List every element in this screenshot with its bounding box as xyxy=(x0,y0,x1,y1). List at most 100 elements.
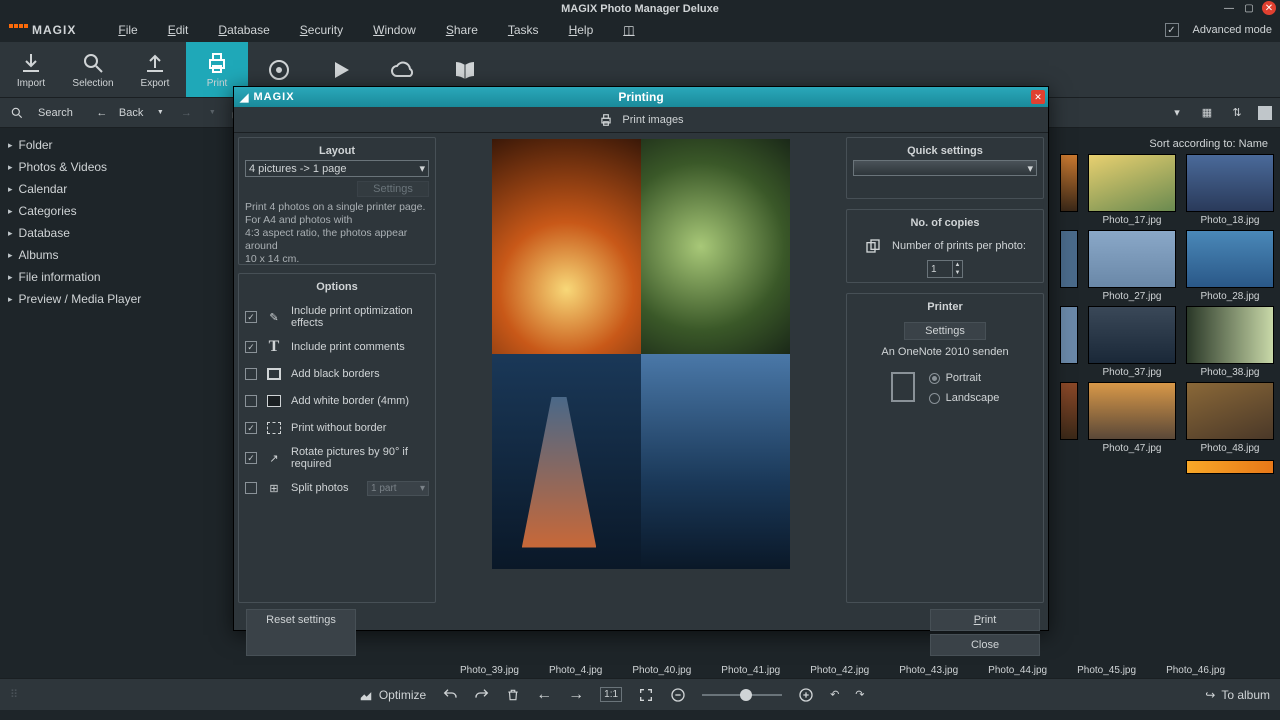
search-label[interactable]: Search xyxy=(38,107,73,119)
minimize-button[interactable]: — xyxy=(1222,1,1236,15)
menu-extra-icon[interactable]: ◫ xyxy=(623,23,634,37)
copies-icon xyxy=(864,238,882,254)
menu-help[interactable]: Help xyxy=(569,23,594,37)
next-button[interactable]: → xyxy=(568,686,584,704)
sidebar-categories[interactable]: Categories xyxy=(0,200,228,222)
menu-database[interactable]: Database xyxy=(218,23,269,37)
orientation-icon xyxy=(891,372,915,402)
back-dropdown-icon[interactable]: ▼ xyxy=(151,104,169,122)
split-parts-dropdown[interactable]: 1 part xyxy=(367,481,429,496)
thumbnail[interactable] xyxy=(1186,154,1274,212)
advanced-mode-check[interactable] xyxy=(1165,23,1179,37)
sidebar-calendar[interactable]: Calendar xyxy=(0,178,228,200)
print-icon xyxy=(204,50,230,76)
thumbnail[interactable] xyxy=(1186,230,1274,288)
opt-black-border-check[interactable] xyxy=(245,368,257,380)
black-border-icon xyxy=(265,365,283,383)
opt-split-check[interactable] xyxy=(245,482,257,494)
copies-title: No. of copies xyxy=(910,214,979,232)
zoom-in-button[interactable] xyxy=(798,687,814,703)
layout-dropdown[interactable]: 4 pictures -> 1 page xyxy=(245,160,429,177)
undo-button[interactable] xyxy=(442,687,458,703)
zoom-out-button[interactable] xyxy=(670,687,686,703)
disc-icon xyxy=(266,57,292,83)
rotate-left-button[interactable]: ↶ xyxy=(830,688,839,701)
fullscreen-button[interactable] xyxy=(638,687,654,703)
sidebar-file-info[interactable]: File information xyxy=(0,266,228,288)
sidebar-preview[interactable]: Preview / Media Player xyxy=(0,288,228,310)
printing-dialog: ◢MAGIX Printing ✕ Print images Layout 4 … xyxy=(233,86,1049,631)
copies-input[interactable] xyxy=(928,261,952,277)
bottom-toolbar: ⠿ Optimize ← → 1:1 ↶ ↷ ↪To album xyxy=(0,678,1280,710)
thumbnail[interactable] xyxy=(1186,306,1274,364)
to-album-button[interactable]: ↪To album xyxy=(1205,688,1270,702)
search-icon[interactable] xyxy=(8,104,26,122)
sidebar-folder[interactable]: Folder xyxy=(0,134,228,156)
thumbnail[interactable] xyxy=(1186,382,1274,440)
advanced-mode-label: Advanced mode xyxy=(1193,24,1273,36)
printer-settings-button[interactable]: Settings xyxy=(904,322,986,340)
menu-file[interactable]: File xyxy=(118,23,137,37)
reset-settings-button[interactable]: Reset settings xyxy=(246,609,356,656)
sidebar-photos-videos[interactable]: Photos & Videos xyxy=(0,156,228,178)
menu-security[interactable]: Security xyxy=(300,23,343,37)
panel-icon[interactable] xyxy=(1258,106,1272,120)
thumbnail[interactable] xyxy=(1088,230,1176,288)
options-panel: Options ✎Include print optimization effe… xyxy=(238,273,436,603)
redo-button[interactable] xyxy=(474,687,490,703)
import-button[interactable]: Import xyxy=(0,42,62,97)
menu-share[interactable]: Share xyxy=(446,23,478,37)
menu-edit[interactable]: Edit xyxy=(168,23,189,37)
portrait-radio[interactable] xyxy=(929,373,940,384)
menu-tasks[interactable]: Tasks xyxy=(508,23,539,37)
opt-white-border-check[interactable] xyxy=(245,395,257,407)
dialog-tab-bar: Print images xyxy=(234,107,1048,133)
optimize-button[interactable]: Optimize xyxy=(359,688,426,702)
selection-button[interactable]: Selection xyxy=(62,42,124,97)
opt-comments-check[interactable] xyxy=(245,341,257,353)
search-icon xyxy=(80,50,106,76)
thumbnail[interactable] xyxy=(1088,306,1176,364)
printer-title: Printer xyxy=(927,298,962,316)
copies-spinner[interactable]: ▲▼ xyxy=(927,260,963,278)
dialog-close-button[interactable]: ✕ xyxy=(1031,90,1045,104)
spinner-up[interactable]: ▲ xyxy=(952,261,962,269)
opt-rotate-check[interactable] xyxy=(245,452,257,464)
tab-print-images[interactable]: Print images xyxy=(622,114,683,126)
spinner-down[interactable]: ▼ xyxy=(952,269,962,277)
opt-no-border-check[interactable] xyxy=(245,422,257,434)
copies-label: Number of prints per photo: xyxy=(892,240,1026,252)
print-action-button[interactable]: Print xyxy=(930,609,1040,631)
layout-settings-button[interactable]: Settings xyxy=(357,181,429,197)
maximize-button[interactable]: ▢ xyxy=(1242,1,1256,15)
layout-panel: Layout 4 pictures -> 1 page Settings Pri… xyxy=(238,137,436,265)
zoom-slider[interactable] xyxy=(702,694,782,696)
grid-view-icon[interactable]: ▦ xyxy=(1198,104,1216,122)
thumbnail[interactable] xyxy=(1088,154,1176,212)
thumbnail[interactable] xyxy=(1088,382,1176,440)
forward-arrow-icon[interactable]: → xyxy=(177,104,195,122)
quick-settings-dropdown[interactable] xyxy=(853,160,1037,176)
forward-dropdown-icon[interactable]: ▼ xyxy=(203,104,221,122)
menu-window[interactable]: Window xyxy=(373,23,416,37)
sidebar-albums[interactable]: Albums xyxy=(0,244,228,266)
prev-button[interactable]: ← xyxy=(536,686,552,704)
back-arrow-icon[interactable]: ← xyxy=(93,104,111,122)
back-label[interactable]: Back xyxy=(119,107,143,119)
printer-name: An OneNote 2010 senden xyxy=(881,346,1008,358)
rotate-icon: ↗ xyxy=(265,449,283,467)
thumbnail[interactable] xyxy=(1186,460,1274,474)
close-dialog-button[interactable]: Close xyxy=(930,634,1040,656)
rotate-right-button[interactable]: ↷ xyxy=(855,688,864,701)
text-icon: T xyxy=(265,338,283,356)
sort-icon[interactable]: ⇅ xyxy=(1228,104,1246,122)
sidebar-database[interactable]: Database xyxy=(0,222,228,244)
landscape-radio[interactable] xyxy=(929,393,940,404)
ratio-button[interactable]: 1:1 xyxy=(600,687,622,702)
view-dropdown-icon[interactable]: ▾ xyxy=(1168,104,1186,122)
opt-optimization-check[interactable] xyxy=(245,311,257,323)
sort-label[interactable]: Sort according to: Name xyxy=(1054,134,1274,154)
export-button[interactable]: Export xyxy=(124,42,186,97)
window-close-button[interactable]: ✕ xyxy=(1262,1,1276,15)
delete-button[interactable] xyxy=(506,687,520,703)
